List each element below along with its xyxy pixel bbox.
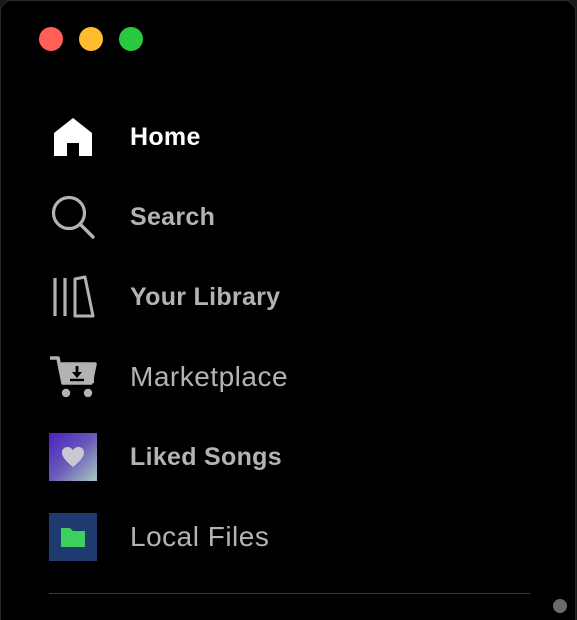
nav-item-search[interactable]: Search [1,177,575,257]
library-icon [49,273,97,321]
scrollbar-handle[interactable] [553,599,567,613]
minimize-button[interactable] [79,27,103,51]
home-icon [49,113,97,161]
nav-label-local-files: Local Files [130,521,270,552]
liked-songs-tile [49,433,97,481]
nav-label-liked-songs: Liked Songs [130,442,282,471]
cart-download-icon [49,353,97,401]
nav-item-local-files[interactable]: Local Files [1,497,575,577]
heart-icon [62,447,84,467]
window-controls [39,27,143,51]
nav-label-your-library: Your Library [130,282,281,311]
folder-icon [61,528,85,547]
nav-label-marketplace: Marketplace [130,361,289,392]
nav-item-home[interactable]: Home [1,97,575,177]
nav-item-liked-songs[interactable]: Liked Songs [1,417,575,497]
sidebar-nav: Home Search Your Library Marketplace Lik… [1,97,575,577]
close-button[interactable] [39,27,63,51]
nav-label-search: Search [130,202,216,231]
nav-label-home: Home [130,122,201,151]
app-window: Home Search Your Library Marketplace Lik… [0,0,576,620]
local-files-tile [49,513,97,561]
sidebar-divider [49,593,530,594]
search-icon [49,193,97,241]
zoom-button[interactable] [119,27,143,51]
nav-item-marketplace[interactable]: Marketplace [1,337,575,417]
nav-item-your-library[interactable]: Your Library [1,257,575,337]
